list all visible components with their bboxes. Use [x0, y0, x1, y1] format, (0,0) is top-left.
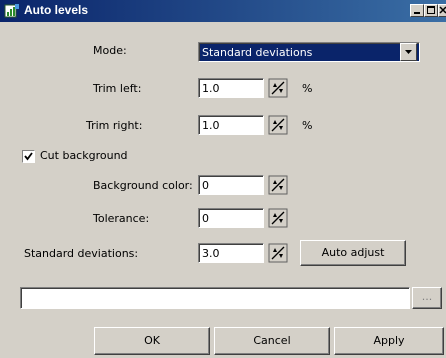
std-dev-input[interactable]: 3.0: [198, 243, 264, 263]
window-title: Auto levels: [24, 3, 89, 17]
background-color-label: Background color:: [93, 179, 193, 192]
background-color-input[interactable]: 0: [198, 175, 264, 195]
cancel-button[interactable]: Cancel: [214, 327, 330, 355]
trim-left-input[interactable]: 1.0: [198, 78, 264, 98]
close-button[interactable]: [438, 4, 446, 17]
ok-button[interactable]: OK: [94, 327, 210, 355]
trim-right-input[interactable]: 1.0: [198, 115, 264, 135]
std-dev-label: Standard deviations:: [24, 247, 139, 260]
cut-background-label[interactable]: Cut background: [40, 149, 128, 162]
auto-levels-dialog: Auto levels Mode: Standard deviations Tr…: [0, 0, 446, 358]
background-color-value: 0: [202, 179, 209, 192]
close-icon: [439, 6, 446, 14]
mode-value: Standard deviations: [202, 46, 313, 59]
mode-select[interactable]: Standard deviations: [198, 42, 420, 62]
trim-left-spinner-icon[interactable]: [268, 78, 288, 98]
trim-right-value: 1.0: [202, 119, 220, 132]
mode-label: Mode:: [93, 44, 127, 57]
maximize-icon: [427, 6, 435, 14]
trim-right-spinner-icon[interactable]: [268, 115, 288, 135]
maximize-button[interactable]: [424, 4, 438, 17]
trim-right-unit: %: [302, 119, 313, 132]
path-input[interactable]: [20, 287, 410, 309]
app-icon: [4, 4, 19, 18]
apply-button[interactable]: Apply: [334, 327, 444, 355]
chevron-down-icon: [405, 50, 412, 54]
trim-left-label: Trim left:: [93, 82, 142, 95]
tolerance-value: 0: [202, 212, 209, 225]
cut-background-checkbox[interactable]: [22, 150, 35, 163]
trim-left-unit: %: [302, 82, 313, 95]
trim-left-value: 1.0: [202, 82, 220, 95]
mode-dropdown-button[interactable]: [400, 43, 417, 61]
minimize-button[interactable]: [410, 4, 424, 17]
auto-adjust-button[interactable]: Auto adjust: [300, 240, 406, 266]
tolerance-label: Tolerance:: [93, 212, 150, 225]
title-bar[interactable]: Auto levels: [0, 0, 446, 22]
tolerance-input[interactable]: 0: [198, 208, 264, 228]
tolerance-spinner-icon[interactable]: [268, 208, 288, 228]
std-dev-value: 3.0: [202, 247, 220, 260]
background-color-spinner-icon[interactable]: [268, 175, 288, 195]
trim-right-label: Trim right:: [86, 119, 143, 132]
std-dev-spinner-icon[interactable]: [268, 243, 288, 263]
checkmark-icon: [24, 152, 33, 161]
browse-button[interactable]: ...: [412, 287, 442, 309]
minimize-icon: [414, 12, 420, 14]
